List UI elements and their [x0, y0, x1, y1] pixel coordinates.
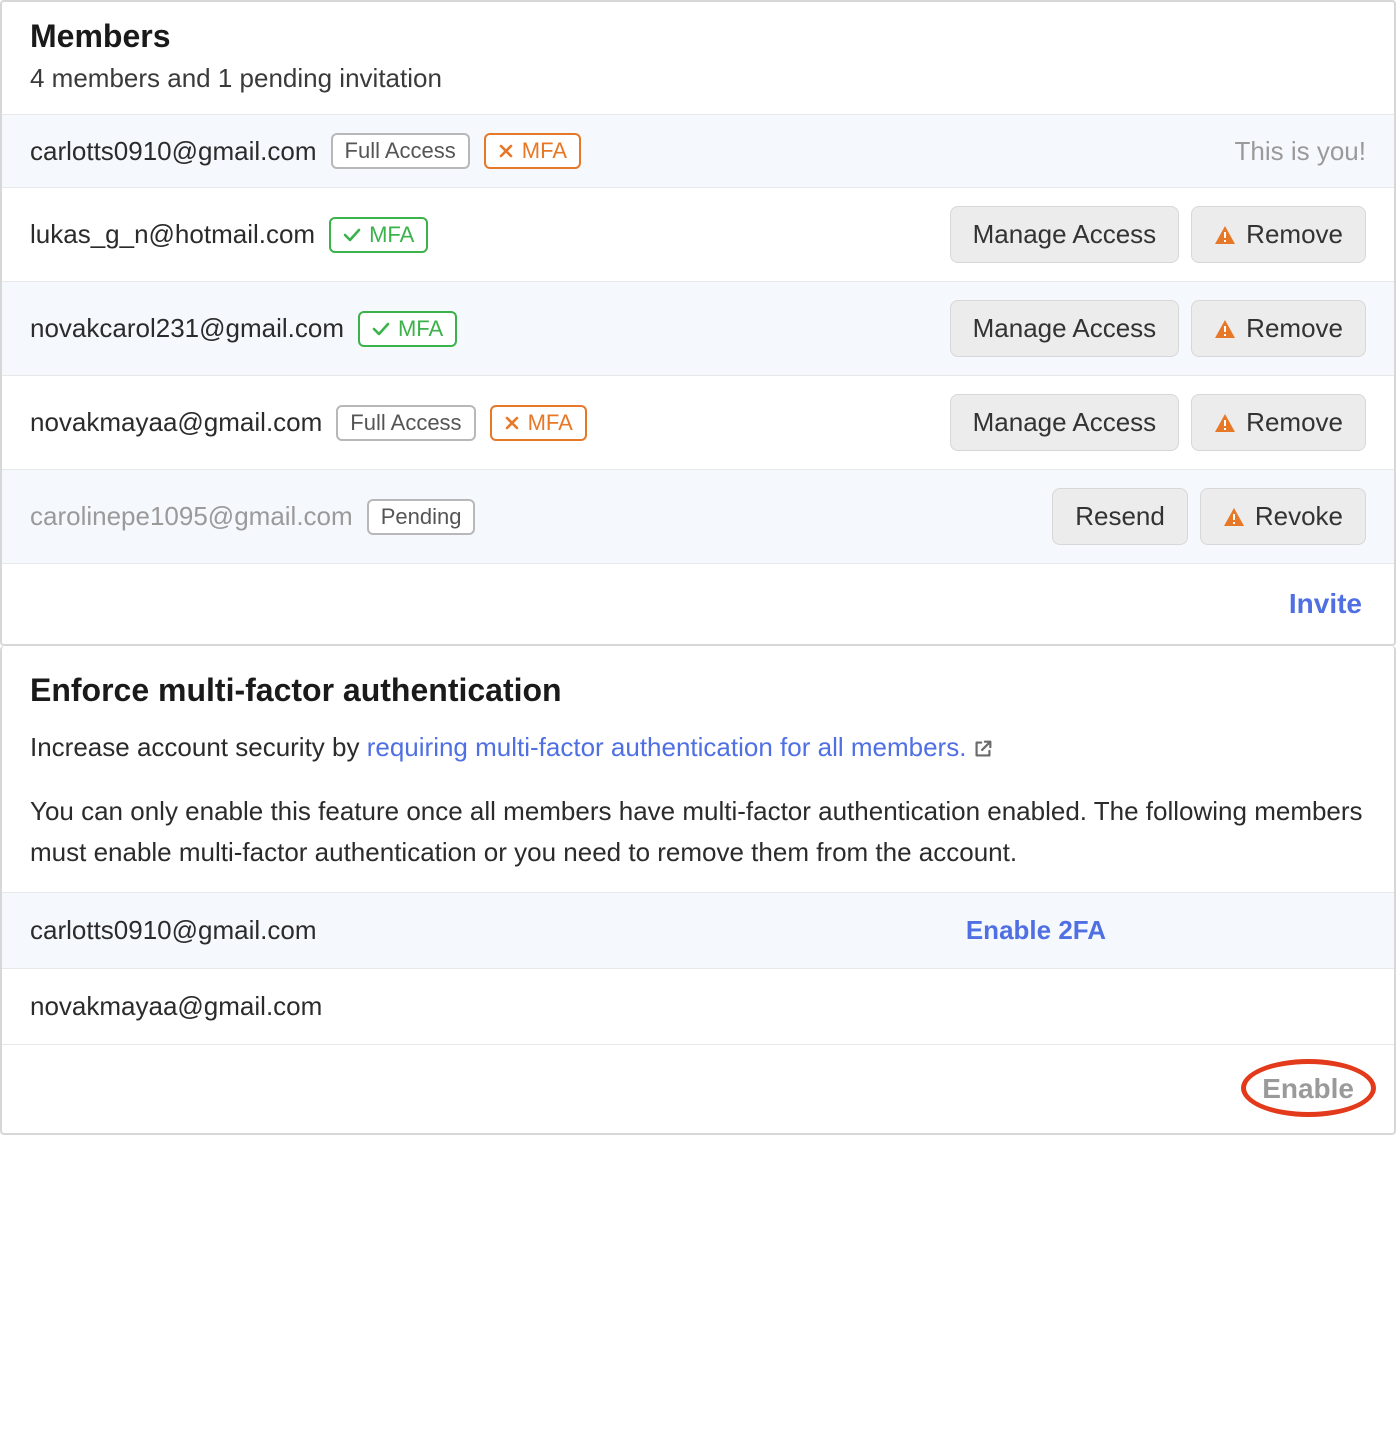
member-row: lukas_g_n@hotmail.com MFA Manage Access …	[2, 187, 1394, 281]
invite-button[interactable]: Invite	[1289, 588, 1362, 620]
members-title: Members	[2, 2, 1394, 63]
member-row: novakcarol231@gmail.com MFA Manage Acces…	[2, 281, 1394, 375]
warning-icon	[1214, 225, 1236, 245]
member-row-pending: carolinepe1095@gmail.com Pending Resend …	[2, 469, 1394, 563]
x-icon	[504, 415, 520, 431]
enable-button[interactable]: Enable	[1262, 1073, 1354, 1105]
member-email: carolinepe1095@gmail.com	[30, 501, 353, 532]
remove-label: Remove	[1246, 313, 1343, 344]
member-email: carlotts0910@gmail.com	[30, 136, 317, 167]
members-subtitle: 4 members and 1 pending invitation	[2, 63, 1394, 114]
revoke-button[interactable]: Revoke	[1200, 488, 1366, 545]
mfa-pending-row: carlotts0910@gmail.com Enable 2FA	[2, 892, 1394, 968]
remove-label: Remove	[1246, 219, 1343, 250]
invite-footer: Invite	[2, 563, 1394, 644]
mfa-badge-disabled: MFA	[484, 133, 581, 169]
mfa-member-email: carlotts0910@gmail.com	[30, 915, 317, 946]
check-icon	[343, 227, 361, 243]
remove-button[interactable]: Remove	[1191, 300, 1366, 357]
access-badge: Full Access	[336, 405, 475, 441]
remove-label: Remove	[1246, 407, 1343, 438]
mfa-badge-enabled: MFA	[329, 217, 428, 253]
resend-button[interactable]: Resend	[1052, 488, 1188, 545]
remove-button[interactable]: Remove	[1191, 394, 1366, 451]
mfa-pending-row: novakmayaa@gmail.com	[2, 968, 1394, 1044]
mfa-label: MFA	[369, 222, 414, 248]
mfa-desc-prefix: Increase account security by	[30, 732, 367, 762]
mfa-link[interactable]: requiring multi-factor authentication fo…	[367, 732, 995, 762]
warning-icon	[1214, 319, 1236, 339]
mfa-description: Increase account security by requiring m…	[2, 723, 1394, 787]
mfa-label: MFA	[398, 316, 443, 342]
warning-icon	[1223, 507, 1245, 527]
member-row: novakmayaa@gmail.com Full Access MFA Man…	[2, 375, 1394, 469]
member-email: novakcarol231@gmail.com	[30, 313, 344, 344]
member-email: lukas_g_n@hotmail.com	[30, 219, 315, 250]
mfa-warning: You can only enable this feature once al…	[2, 787, 1394, 892]
mfa-badge-disabled: MFA	[490, 405, 587, 441]
member-row-self: carlotts0910@gmail.com Full Access MFA T…	[2, 114, 1394, 187]
manage-access-button[interactable]: Manage Access	[950, 394, 1180, 451]
mfa-member-email: novakmayaa@gmail.com	[30, 991, 322, 1022]
remove-button[interactable]: Remove	[1191, 206, 1366, 263]
warning-icon	[1214, 413, 1236, 433]
member-email: novakmayaa@gmail.com	[30, 407, 322, 438]
mfa-label: MFA	[528, 410, 573, 436]
revoke-label: Revoke	[1255, 501, 1343, 532]
access-badge: Full Access	[331, 133, 470, 169]
this-is-you-label: This is you!	[1235, 136, 1367, 167]
mfa-label: MFA	[522, 138, 567, 164]
external-link-icon	[972, 738, 994, 760]
mfa-badge-enabled: MFA	[358, 311, 457, 347]
mfa-enable-footer: Enable	[2, 1044, 1394, 1133]
enable-2fa-button[interactable]: Enable 2FA	[966, 915, 1366, 946]
mfa-title: Enforce multi-factor authentication	[2, 646, 1394, 723]
x-icon	[498, 143, 514, 159]
check-icon	[372, 321, 390, 337]
pending-badge: Pending	[367, 499, 476, 535]
manage-access-button[interactable]: Manage Access	[950, 206, 1180, 263]
manage-access-button[interactable]: Manage Access	[950, 300, 1180, 357]
